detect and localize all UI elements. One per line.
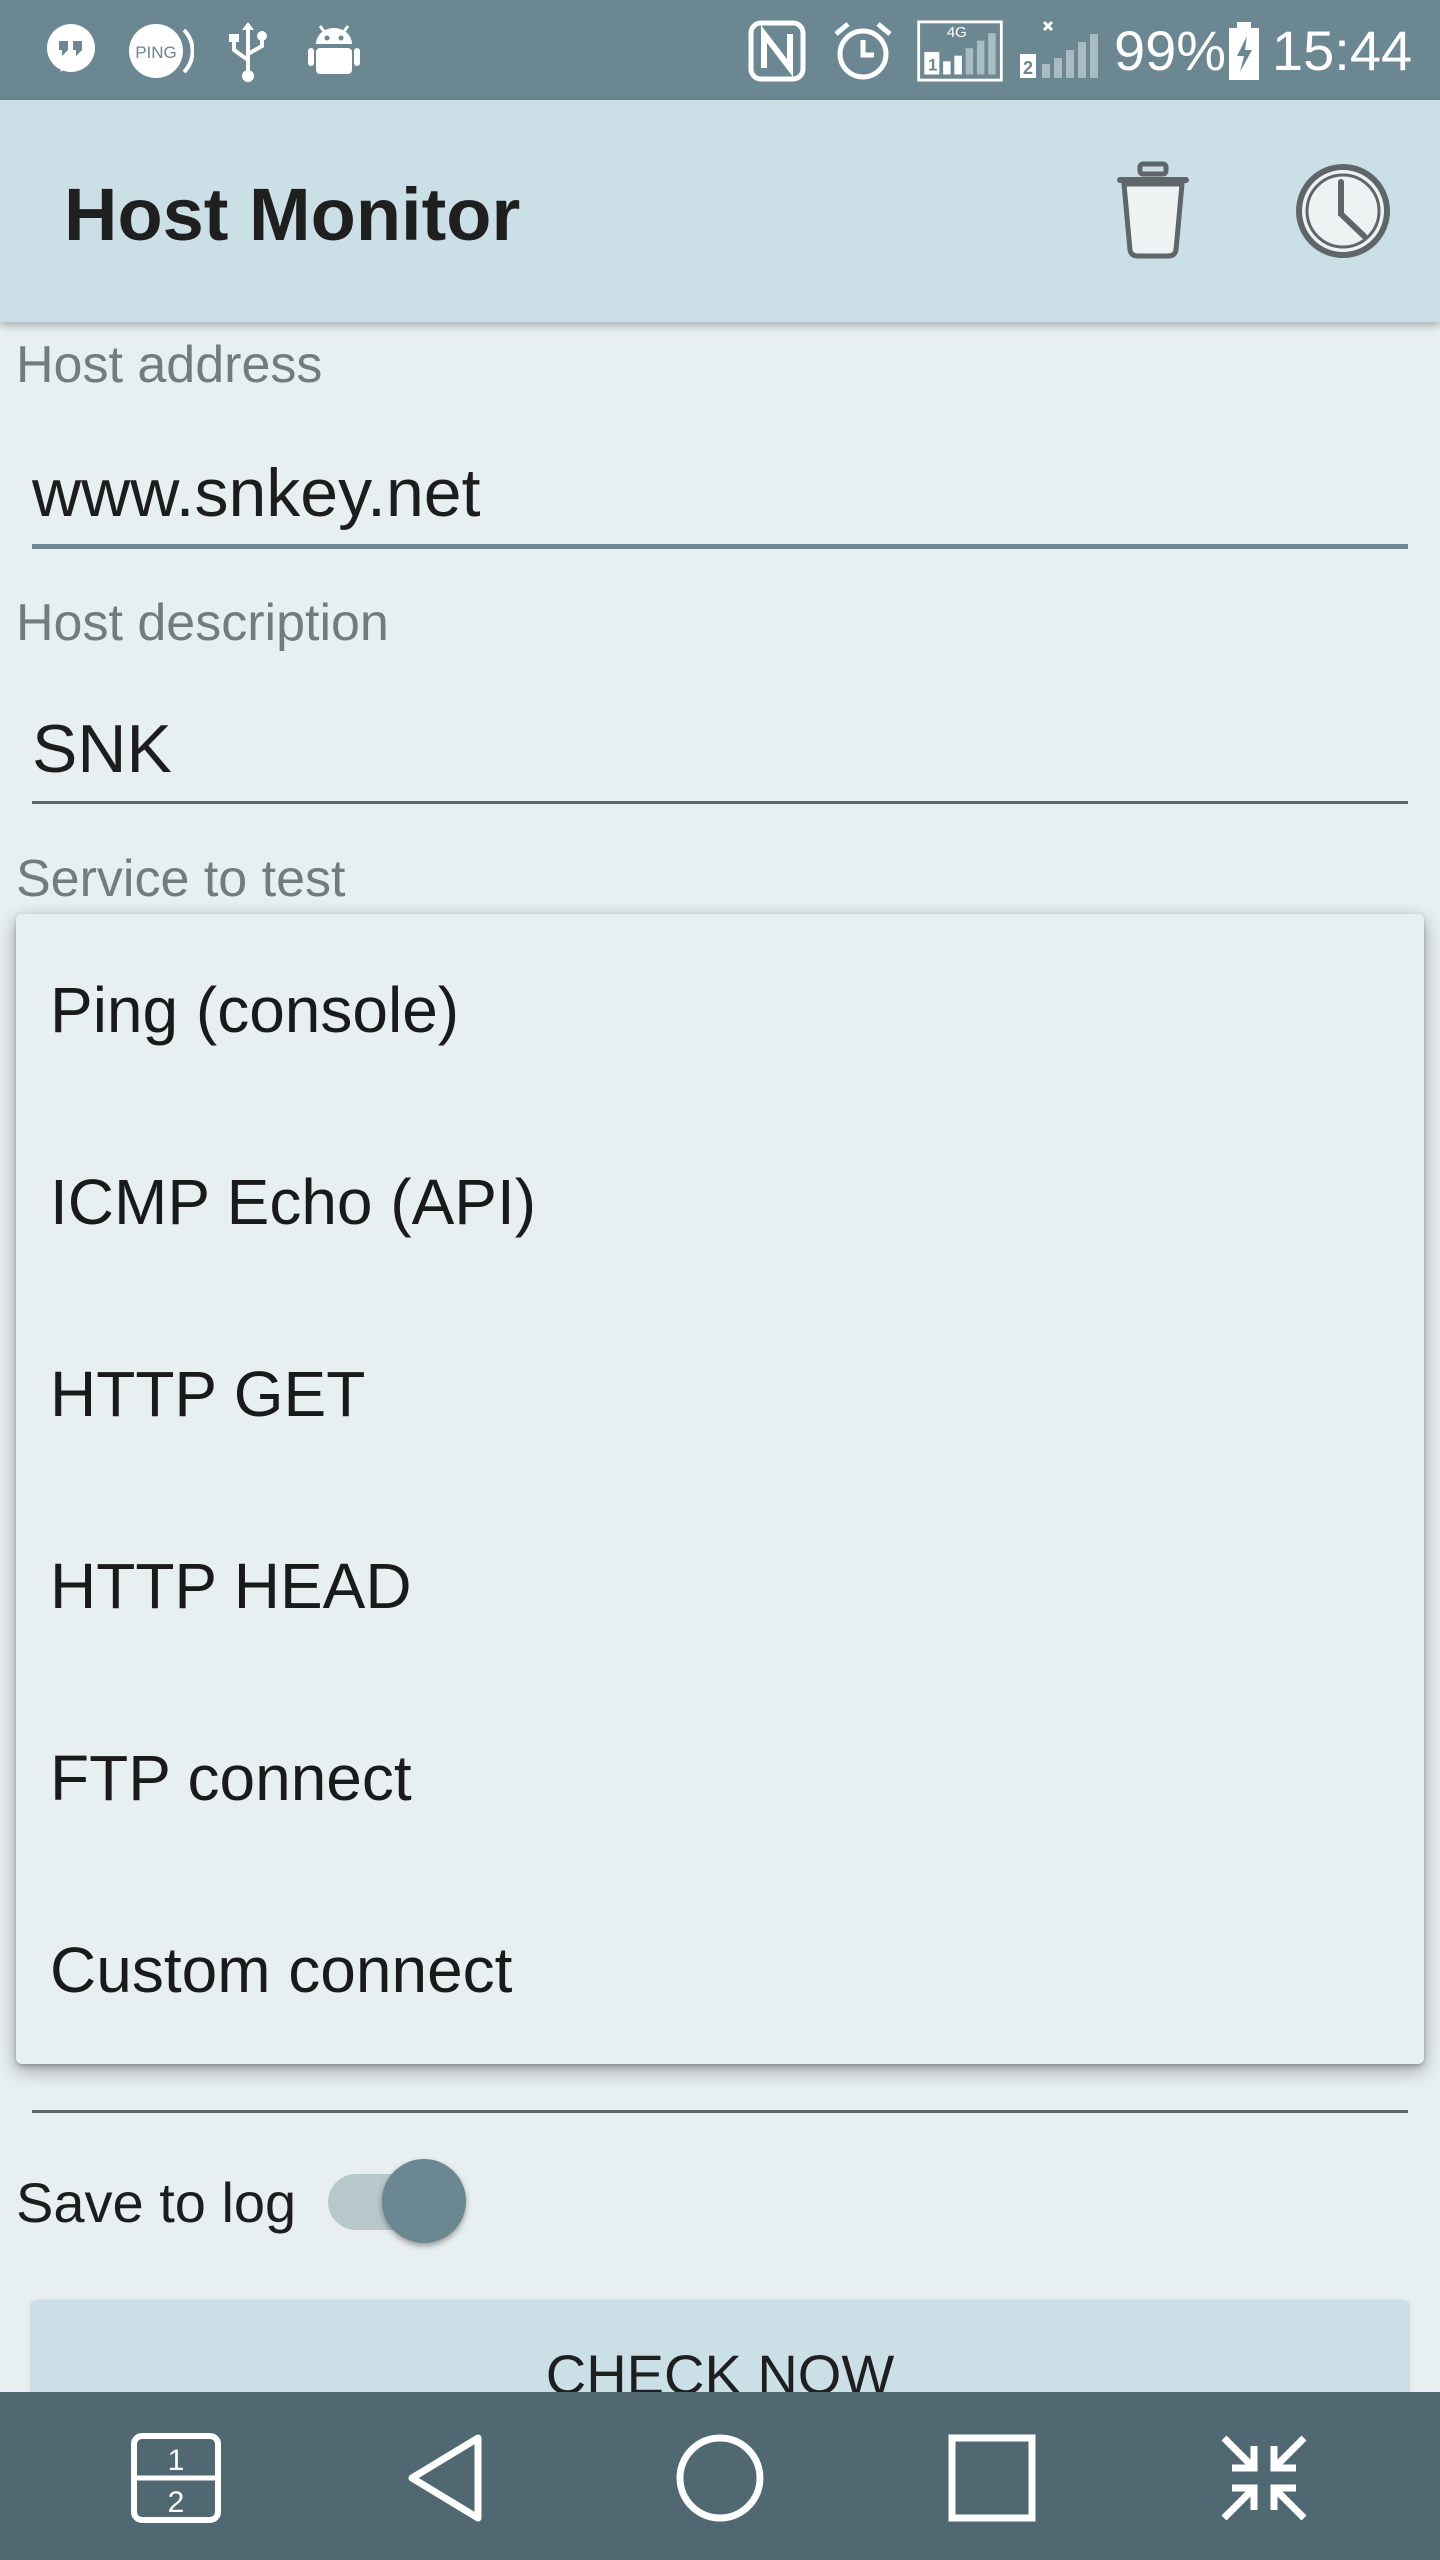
alarm-icon <box>834 22 892 80</box>
signal-sim2-icon: 2 <box>1020 20 1098 78</box>
service-option-custom-connect[interactable]: Custom connect <box>16 1874 1424 2066</box>
service-option-icmp-echo[interactable]: ICMP Echo (API) <box>16 1106 1424 1298</box>
usb-icon <box>229 22 267 82</box>
clock-time: 15:44 <box>1272 19 1413 82</box>
service-option-http-get[interactable]: HTTP GET <box>16 1298 1424 1490</box>
host-description-label: Host description <box>16 594 389 652</box>
service-dropdown-menu: Ping (console) ICMP Echo (API) HTTP GET … <box>16 914 1424 2064</box>
host-address-label: Host address <box>16 336 323 394</box>
service-option-http-head[interactable]: HTTP HEAD <box>16 1490 1424 1682</box>
battery-percent: 99% <box>1114 19 1227 82</box>
service-option-ping-console[interactable]: Ping (console) <box>16 914 1424 1106</box>
host-description-underline <box>32 801 1408 804</box>
svg-text:2: 2 <box>1023 58 1033 78</box>
collapse-icon[interactable] <box>1214 2428 1314 2528</box>
home-icon[interactable] <box>670 2428 770 2528</box>
signal-sim1-4g-icon: 4G 1 <box>917 20 1003 82</box>
app-bar: Host Monitor <box>0 100 1440 322</box>
save-to-log-label: Save to log <box>16 2171 297 2234</box>
history-clock-icon[interactable] <box>1288 156 1398 266</box>
dual-window-icon[interactable]: 1 2 <box>126 2428 226 2528</box>
host-address-input[interactable] <box>32 438 1408 548</box>
svg-text:2: 2 <box>168 2486 185 2519</box>
service-option-ftp-connect[interactable]: FTP connect <box>16 1682 1424 1874</box>
nfc-icon <box>748 20 806 82</box>
navigation-bar: 1 2 <box>0 2392 1440 2560</box>
service-label: Service to test <box>16 850 346 908</box>
battery-charging-icon <box>1229 22 1259 80</box>
svg-text:PING: PING <box>135 43 177 62</box>
svg-text:1: 1 <box>168 2444 185 2477</box>
svg-text:4G: 4G <box>947 24 967 41</box>
back-icon[interactable] <box>398 2428 498 2528</box>
android-debug-icon <box>308 25 360 74</box>
app-title: Host Monitor <box>64 173 521 256</box>
svg-text:1: 1 <box>928 56 937 75</box>
host-description-input[interactable] <box>32 694 1408 804</box>
status-bar: PING 4G 1 2 99% 15:44 <box>0 0 1440 100</box>
ping-app-icon: PING <box>129 24 194 78</box>
recent-apps-icon[interactable] <box>942 2428 1042 2528</box>
trash-icon[interactable] <box>1098 156 1208 266</box>
service-select-underline <box>32 2110 1408 2113</box>
host-address-underline <box>32 544 1408 549</box>
save-to-log-switch-thumb[interactable] <box>382 2159 466 2243</box>
hangouts-icon <box>47 24 95 72</box>
